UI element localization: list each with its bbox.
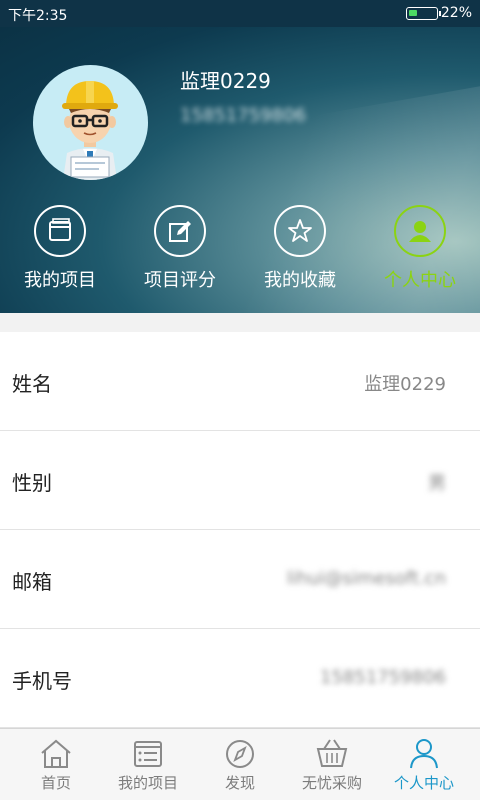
quick-nav-label: 我的项目 (24, 270, 96, 291)
profile-info-list: 姓名 监理0229 性别 男 邮箱 lihui@simesoft.cn 手机号 … (0, 332, 480, 728)
tab-my-projects[interactable]: 我的项目 (100, 729, 196, 800)
tab-label: 首页 (40, 774, 71, 792)
quick-nav-favorites[interactable]: 我的收藏 (240, 205, 360, 292)
star-icon (274, 205, 326, 257)
info-value: 15851759806 (320, 667, 446, 688)
info-row-name[interactable]: 姓名 监理0229 (0, 332, 480, 431)
info-key: 邮箱 (12, 570, 52, 594)
quick-nav-my-projects[interactable]: 我的项目 (0, 205, 120, 292)
tab-label: 我的项目 (117, 774, 178, 792)
tab-worry-free-purchase[interactable]: 无忧采购 (284, 729, 380, 800)
edit-icon (154, 205, 206, 257)
list-icon (100, 735, 196, 771)
quick-nav-project-rating[interactable]: 项目评分 (120, 205, 240, 292)
info-value: 监理0229 (364, 374, 446, 395)
tab-label: 无忧采购 (301, 774, 362, 792)
info-row-phone[interactable]: 手机号 15851759806 (0, 629, 480, 728)
info-value: lihui@simesoft.cn (286, 568, 446, 589)
home-icon (8, 735, 104, 771)
folder-icon (34, 205, 86, 257)
profile-phone: 15851759806 (180, 105, 306, 126)
quick-nav-label: 项目评分 (144, 270, 216, 291)
profile-name: 监理0229 (180, 69, 271, 93)
status-time: 下午2:35 (8, 8, 68, 24)
status-bar: 下午2:35 22% (0, 0, 480, 27)
user-icon (394, 205, 446, 257)
bottom-tab-bar: 首页 我的项目 发现 无忧采购 个人中心 (0, 728, 480, 800)
info-row-email[interactable]: 邮箱 lihui@simesoft.cn (0, 530, 480, 629)
profile-header: 监理0229 15851759806 我的项目 项目评分 我的收藏 个人中心 (0, 27, 480, 313)
tab-home[interactable]: 首页 (8, 729, 104, 800)
engineer-avatar-icon (62, 81, 118, 180)
quick-nav-personal-center[interactable]: 个人中心 (360, 205, 480, 292)
tab-label: 个人中心 (393, 774, 454, 792)
quick-nav-label: 个人中心 (384, 270, 456, 291)
quick-nav: 我的项目 项目评分 我的收藏 个人中心 (0, 205, 480, 295)
tab-label: 发现 (224, 774, 255, 792)
tab-personal-center[interactable]: 个人中心 (376, 729, 472, 800)
info-row-gender[interactable]: 性别 男 (0, 431, 480, 530)
person-icon (376, 735, 472, 771)
info-key: 姓名 (12, 372, 52, 396)
info-key: 性别 (12, 471, 52, 495)
tab-discover[interactable]: 发现 (192, 729, 288, 800)
info-value: 男 (428, 473, 446, 494)
battery-icon (406, 7, 441, 20)
basket-icon (284, 735, 380, 771)
battery-percent: 22% (440, 5, 472, 21)
quick-nav-label: 我的收藏 (264, 270, 336, 291)
avatar[interactable] (33, 65, 148, 180)
info-key: 手机号 (12, 669, 72, 693)
compass-icon (192, 735, 288, 771)
